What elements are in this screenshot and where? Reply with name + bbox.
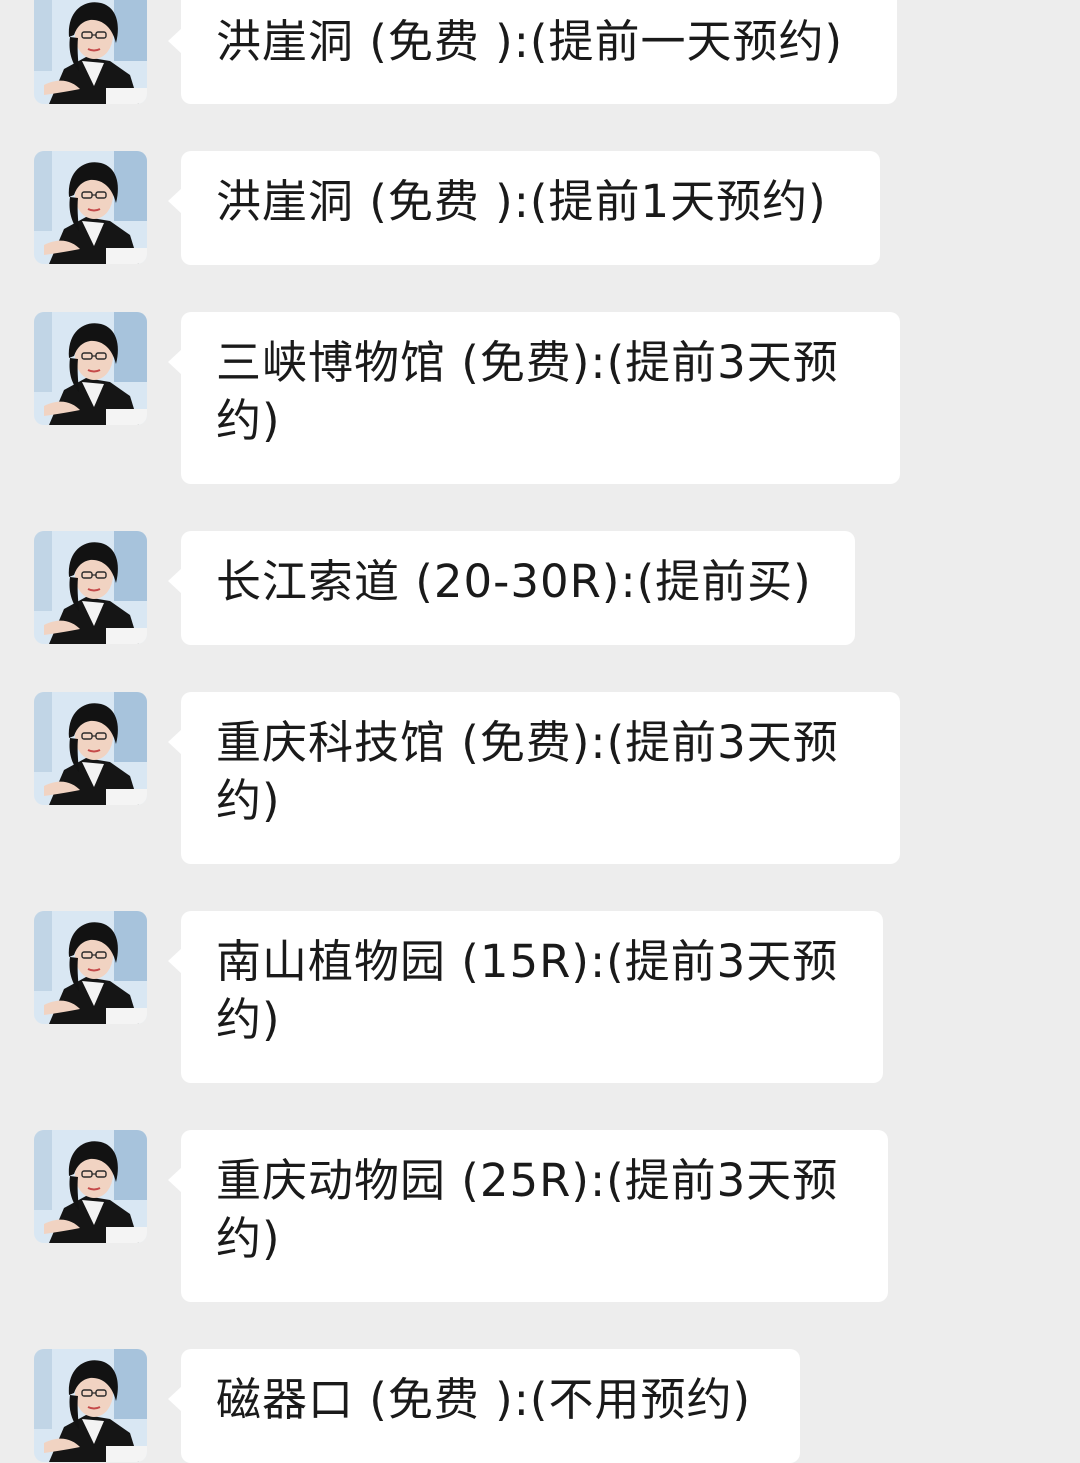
avatar[interactable] bbox=[34, 911, 147, 1024]
message-bubble[interactable]: 重庆动物园 (25R):(提前3天预约) bbox=[168, 1130, 888, 1302]
message-text: 磁器口 (免费 ):(不用预约) bbox=[216, 1373, 751, 1426]
message-text: 洪崖洞 (免费 ):(提前1天预约) bbox=[216, 175, 827, 228]
message-bubble[interactable]: 长江索道 (20-30R):(提前买) bbox=[168, 531, 855, 645]
profile-photo-icon bbox=[34, 531, 147, 644]
avatar[interactable] bbox=[34, 0, 147, 104]
profile-photo-icon bbox=[34, 1130, 147, 1243]
message-text: 洪崖洞 (免费 ):(提前一天预约) bbox=[216, 15, 843, 68]
avatar[interactable] bbox=[34, 151, 147, 264]
profile-photo-icon bbox=[34, 0, 147, 104]
message-bubble[interactable]: 南山植物园 (15R):(提前3天预约) bbox=[168, 911, 883, 1083]
message-bubble[interactable]: 重庆科技馆 (免费):(提前3天预约) bbox=[168, 692, 900, 864]
message-text: 南山植物园 (15R):(提前3天预约) bbox=[216, 935, 839, 1046]
profile-photo-icon bbox=[34, 1349, 147, 1462]
chat-message-list: 洪崖洞 (免费 ):(提前一天预约) 洪崖洞 (免费):(提前1天预约) 三峡… bbox=[0, 0, 1080, 1463]
profile-photo-icon bbox=[34, 312, 147, 425]
profile-photo-icon bbox=[34, 692, 147, 805]
avatar[interactable] bbox=[34, 1130, 147, 1243]
message-text: 重庆动物园 (25R):(提前3天预约) bbox=[216, 1154, 839, 1265]
message-bubble[interactable]: 三峡博物馆 (免费):(提前3天预约) bbox=[168, 312, 900, 484]
message-bubble[interactable]: 洪崖洞 (免费 ):(提前1天预约) bbox=[168, 151, 880, 265]
message-text: 长江索道 (20-30R):(提前买) bbox=[216, 555, 812, 608]
avatar[interactable] bbox=[34, 312, 147, 425]
profile-photo-icon bbox=[34, 911, 147, 1024]
message-bubble[interactable]: 磁器口 (免费 ):(不用预约) bbox=[168, 1349, 800, 1463]
message-bubble[interactable]: 洪崖洞 (免费 ):(提前一天预约) bbox=[168, 0, 897, 104]
avatar[interactable] bbox=[34, 531, 147, 644]
profile-photo-icon bbox=[34, 151, 147, 264]
avatar[interactable] bbox=[34, 1349, 147, 1462]
message-text: 重庆科技馆 (免费):(提前3天预约) bbox=[216, 716, 839, 827]
avatar[interactable] bbox=[34, 692, 147, 805]
message-text: 三峡博物馆 (免费):(提前3天预约) bbox=[216, 336, 839, 447]
